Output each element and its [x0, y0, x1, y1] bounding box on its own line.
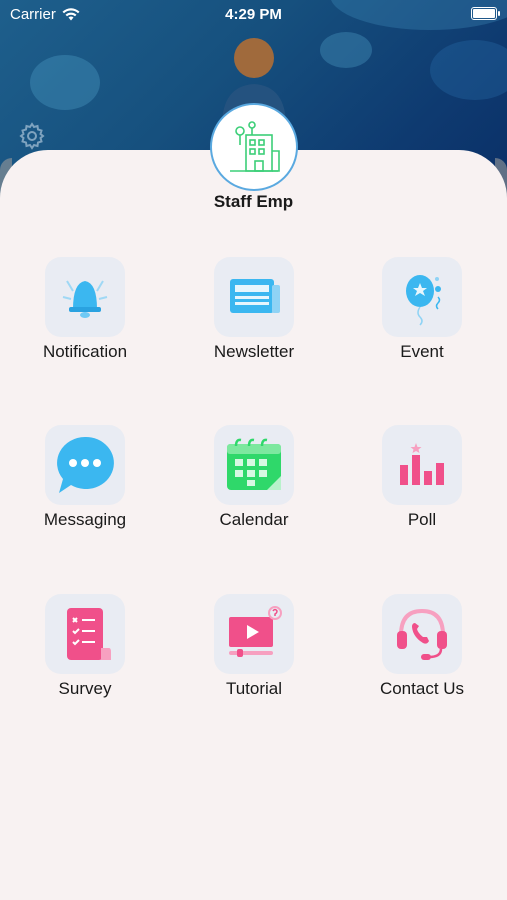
menu-item-survey[interactable]: Survey [5, 594, 165, 699]
balloon-icon [406, 275, 441, 326]
bell-icon [62, 280, 108, 318]
menu-label: Messaging [43, 510, 127, 529]
menu-label: Tutorial [225, 679, 283, 698]
notification-tile-box[interactable] [45, 257, 125, 337]
poll-tile-box[interactable] [382, 425, 462, 505]
status-time: 4:29 PM [225, 6, 282, 23]
calendar-icon [227, 438, 281, 490]
menu-label: Notification [42, 342, 128, 361]
menu-label: Newsletter [213, 342, 295, 361]
menu-item-contact-us[interactable]: Contact Us [342, 594, 502, 699]
menu-item-newsletter[interactable]: Newsletter [174, 257, 334, 362]
menu-label: Survey [58, 679, 112, 698]
checklist-icon [67, 608, 111, 660]
tutorial-tile-box[interactable] [214, 594, 294, 674]
menu-item-messaging[interactable]: Messaging [5, 425, 165, 530]
contact-us-tile-box[interactable] [382, 594, 462, 674]
menu-item-poll[interactable]: Poll [342, 425, 502, 530]
phone-headset-icon [397, 608, 447, 660]
menu-item-tutorial[interactable]: Tutorial [174, 594, 334, 699]
chat-bubble-icon [57, 436, 114, 493]
menu-label: Contact Us [379, 679, 465, 698]
survey-tile-box[interactable] [45, 594, 125, 674]
calendar-tile-box[interactable] [214, 425, 294, 505]
event-tile-box[interactable] [382, 257, 462, 337]
menu-item-event[interactable]: Event [342, 257, 502, 362]
building-icon [230, 121, 280, 172]
messaging-tile-box[interactable] [45, 425, 125, 505]
menu-item-notification[interactable]: Notification [5, 257, 165, 362]
menu-label: Calendar [219, 510, 289, 529]
video-player-icon [229, 606, 282, 657]
newspaper-icon [230, 279, 280, 313]
status-bar: Carrier 4:29 PM [0, 0, 507, 30]
organization-logo [210, 103, 298, 191]
menu-item-calendar[interactable]: Calendar [174, 425, 334, 530]
menu-label: Poll [407, 510, 437, 529]
bar-chart-icon [400, 443, 444, 485]
newsletter-tile-box[interactable] [214, 257, 294, 337]
battery-icon [471, 7, 500, 20]
menu-label: Event [400, 342, 444, 361]
organization-name: Staff Emp [213, 192, 294, 211]
gear-icon[interactable] [18, 122, 46, 150]
